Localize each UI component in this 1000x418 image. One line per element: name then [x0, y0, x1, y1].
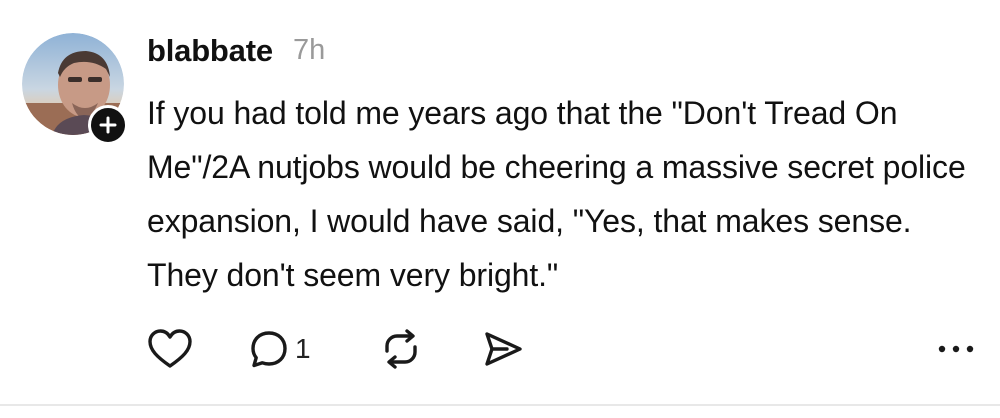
- reply-button[interactable]: 1: [249, 326, 311, 372]
- share-button[interactable]: [482, 326, 524, 372]
- heart-icon: [148, 329, 192, 368]
- post-actions: 1: [145, 326, 975, 372]
- repost-button[interactable]: [381, 326, 421, 372]
- comment-icon: [251, 331, 287, 368]
- reply-count: 1: [295, 333, 311, 364]
- post-text: If you had told me years ago that the "D…: [147, 95, 966, 293]
- plus-icon: [99, 116, 117, 134]
- avatar-container: [22, 33, 128, 145]
- more-options-button[interactable]: [937, 326, 975, 372]
- username[interactable]: blabbate: [147, 33, 273, 69]
- post-timestamp[interactable]: 7h: [293, 34, 325, 67]
- like-button[interactable]: [147, 326, 193, 372]
- send-icon: [485, 332, 522, 366]
- post-card: blabbate 7h If you had told me years ago…: [0, 0, 1000, 404]
- repost-icon: [385, 329, 417, 369]
- follow-button[interactable]: [88, 105, 128, 145]
- more-icon: [938, 345, 974, 353]
- divider: [0, 404, 1000, 406]
